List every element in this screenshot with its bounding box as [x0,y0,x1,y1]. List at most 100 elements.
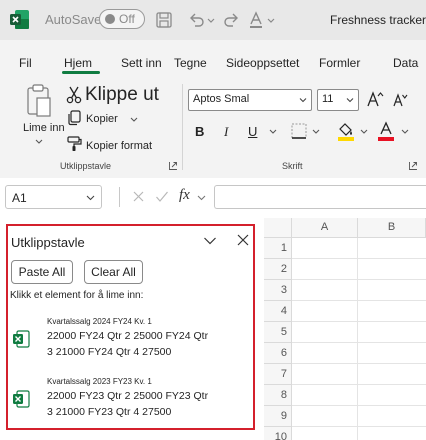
grid-row-cells[interactable] [292,259,426,280]
copy-label[interactable]: Kopier [86,113,118,125]
undo-dropdown-icon[interactable] [206,10,216,30]
row-header[interactable]: 1 [264,238,292,259]
autosave-label: AutoSave [45,12,102,27]
underline-button[interactable]: U [248,124,257,139]
excel-item-icon [13,330,30,348]
tab-insert[interactable]: Sett inn [121,56,162,70]
clipboard-group-label: Utklippstavle [60,161,112,171]
column-header-a[interactable]: A [292,218,358,238]
cut-label[interactable]: Klippe ut [85,84,159,106]
paste-dropdown-icon[interactable] [34,138,44,146]
italic-button[interactable]: I [224,124,228,140]
fill-color-dropdown-icon[interactable] [359,128,369,136]
tab-data[interactable]: Data [393,56,418,70]
clipboard-item-line: 22000 FY23 Qtr 2 25000 FY23 Qtr [47,390,209,402]
font-size-select[interactable]: 11 [317,89,359,111]
tab-file[interactable]: Fil [19,56,32,70]
row-header[interactable]: 5 [264,322,292,343]
clipboard-item-header: Kvartalssalg 2023 FY23 Kv. 1 [47,377,152,386]
save-icon[interactable] [154,10,174,30]
font-name-select[interactable]: Aptos Smal [188,89,312,111]
grid-row-cells[interactable] [292,322,426,343]
close-icon[interactable] [237,234,249,246]
grid-row-cells[interactable] [292,238,426,259]
excel-item-icon [13,390,30,408]
grid-row-cells[interactable] [292,364,426,385]
paste-icon[interactable] [26,84,52,118]
paste-label[interactable]: Lime inn [23,122,65,134]
grid-row-cells[interactable] [292,427,426,440]
pane-options-chevron-icon[interactable] [203,236,217,246]
row-header[interactable]: 4 [264,301,292,322]
font-name-value: Aptos Smal [193,93,250,105]
row-header[interactable]: 6 [264,343,292,364]
format-painter-label[interactable]: Kopier format [86,140,152,152]
undo-icon[interactable] [186,10,206,30]
clipboard-hint: Klikk et element for å lime inn: [10,290,144,301]
row-header[interactable]: 10 [264,427,292,440]
clipboard-item-header: Kvartalssalg 2024 FY24 Kv. 1 [47,317,152,326]
row-header[interactable]: 9 [264,406,292,427]
tab-draw[interactable]: Tegne [174,56,207,70]
underline-dropdown-icon[interactable] [268,128,278,136]
ribbon-separator [182,84,183,170]
redo-icon[interactable] [222,10,242,30]
font-launcher-icon[interactable] [409,162,417,170]
document-title: Freshness tracker [330,13,426,27]
grid-row-cells[interactable] [292,280,426,301]
column-header-b[interactable]: B [358,218,426,238]
formula-expand-icon[interactable] [197,194,206,202]
font-size-dropdown-icon [346,98,354,103]
grid-row-cells[interactable] [292,385,426,406]
format-painter-icon[interactable] [66,136,82,152]
grid-row-cells[interactable] [292,406,426,427]
font-size-value: 11 [322,93,334,105]
font-color-icon[interactable] [376,120,396,142]
clipboard-item-text: 22000 FY24 Qtr 2 25000 FY24 Qtr 3 21000 … [47,328,252,360]
clear-all-button[interactable]: Clear All [84,260,143,284]
grid-row-cells[interactable] [292,343,426,364]
tab-home[interactable]: Hjem [64,56,92,70]
increase-font-size-icon[interactable] [366,90,384,108]
borders-dropdown-icon[interactable] [311,128,321,136]
autosave-toggle[interactable]: Off [99,9,145,29]
name-box[interactable]: A1 [5,185,102,209]
clipboard-pane-title: Utklippstavle [11,235,85,250]
grid-row-cells[interactable] [292,301,426,322]
font-color-dropdown-icon[interactable] [400,128,410,136]
clipboard-launcher-icon[interactable] [169,162,177,170]
excel-logo-icon [10,10,29,29]
formula-bar-separator [119,187,120,207]
row-header[interactable]: 7 [264,364,292,385]
copy-dropdown-icon[interactable] [129,116,139,124]
formula-input[interactable] [214,185,426,209]
row-header[interactable]: 8 [264,385,292,406]
paste-all-button[interactable]: Paste All [11,260,73,284]
name-box-dropdown-icon[interactable] [86,194,95,202]
copy-icon[interactable] [66,110,82,126]
decrease-font-size-icon[interactable] [392,92,408,108]
borders-icon[interactable] [290,122,308,140]
tab-page-layout[interactable]: Sideoppsettet [226,56,299,70]
select-all-corner[interactable] [264,218,292,238]
clipboard-item-text: 22000 FY23 Qtr 2 25000 FY23 Qtr 3 21000 … [47,388,252,420]
qat-customize-icon[interactable] [266,10,276,30]
tab-formulas[interactable]: Formler [319,56,360,70]
fill-color-icon[interactable] [336,120,356,142]
clipboard-item-line: 22000 FY24 Qtr 2 25000 FY24 Qtr [47,330,209,342]
bold-button[interactable]: B [195,124,204,139]
enter-check-icon[interactable] [155,190,169,203]
row-header[interactable]: 3 [264,280,292,301]
clipboard-item-line: 3 21000 FY23 Qtr 4 27500 [47,406,172,418]
insert-function-button[interactable]: fx [179,187,190,204]
toggle-knob [105,14,115,24]
autosave-state: Off [119,12,135,26]
font-name-dropdown-icon [299,98,307,103]
font-group-label: Skrift [282,161,303,171]
font-color-quick-icon[interactable] [246,10,266,30]
cancel-entry-icon[interactable] [132,190,145,203]
row-header[interactable]: 2 [264,259,292,280]
name-box-value: A1 [12,191,27,205]
clipboard-item-line: 3 21000 FY24 Qtr 4 27500 [47,346,172,358]
cut-icon[interactable] [66,86,82,104]
